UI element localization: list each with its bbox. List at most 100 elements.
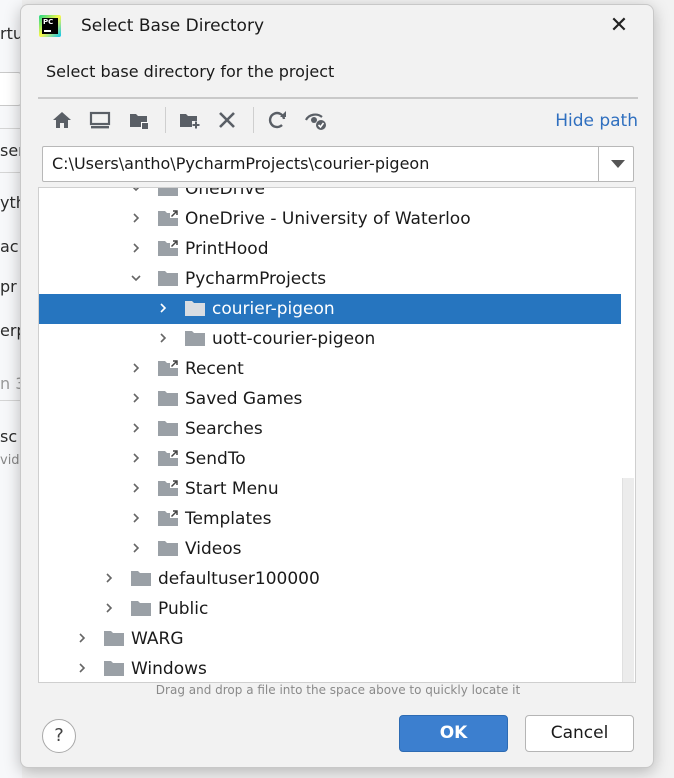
tree-row[interactable]: Saved Games [39, 384, 621, 414]
tree-row[interactable]: SendTo [39, 444, 621, 474]
folder-icon [104, 631, 124, 646]
tree-row[interactable]: PrintHood [39, 234, 621, 264]
select-base-directory-dialog: PC Select Base Directory ✕ Select base d… [20, 4, 654, 768]
background-text: pr [0, 277, 17, 296]
tree-row-label: Searches [185, 419, 263, 439]
chevron-right-icon[interactable] [131, 393, 141, 403]
show-hidden-files-icon[interactable] [304, 108, 328, 132]
close-icon[interactable]: ✕ [607, 14, 631, 38]
desktop-icon[interactable] [88, 108, 112, 132]
folder-icon [158, 391, 178, 406]
folder-link-icon [158, 209, 179, 226]
tree-scrollbar[interactable] [621, 188, 635, 682]
toolbar-separator [165, 107, 166, 133]
chevron-right-icon[interactable] [131, 213, 141, 223]
background-divider [0, 128, 22, 129]
tree-row[interactable]: Templates [39, 504, 621, 534]
folder-icon [185, 331, 205, 346]
tree-row-label: PrintHood [185, 239, 269, 259]
folder-icon [158, 188, 178, 196]
folder-link-icon [158, 509, 179, 526]
folder-icon [158, 421, 178, 436]
drag-drop-hint: Drag and drop a file into the space abov… [155, 683, 521, 697]
tree-row-label: Windows [131, 659, 207, 679]
tree-row[interactable]: Videos [39, 534, 621, 564]
tree-row-label: uott-courier-pigeon [212, 329, 376, 349]
tree-row-label: WARG [131, 629, 184, 649]
chevron-right-icon[interactable] [77, 663, 87, 673]
cancel-button[interactable]: Cancel [525, 715, 634, 752]
title-bar[interactable]: PC Select Base Directory ✕ [21, 5, 653, 49]
path-divider [598, 147, 599, 181]
home-icon[interactable] [50, 108, 74, 132]
folder-link-icon [158, 479, 179, 496]
chevron-right-icon[interactable] [104, 603, 114, 613]
tree-row-label: Start Menu [185, 479, 279, 499]
tree-row[interactable]: uott-courier-pigeon [39, 324, 621, 354]
tree-row-label: Recent [185, 359, 244, 379]
hide-path-link[interactable]: Hide path [555, 111, 638, 131]
background-text: sc [0, 427, 18, 446]
tree-row-label: OneDrive - University of Waterloo [185, 209, 471, 229]
dialog-title: Select Base Directory [81, 16, 264, 36]
chevron-right-icon[interactable] [158, 303, 168, 313]
folder-link-icon [158, 359, 179, 376]
tree-row-label: courier-pigeon [212, 299, 335, 319]
chevron-right-icon[interactable] [131, 453, 141, 463]
dialog-subtitle: Select base directory for the project [46, 62, 335, 81]
tree-row[interactable]: Windows [39, 654, 621, 682]
path-combobox[interactable]: C:\Users\antho\PycharmProjects\courier-p… [42, 146, 634, 182]
file-chooser-toolbar: Hide path [38, 103, 638, 137]
tree-row-label: OneDrive [185, 187, 265, 199]
folder-icon [158, 271, 178, 286]
chevron-down-icon[interactable] [131, 187, 141, 193]
tree-row-label: Saved Games [185, 389, 303, 409]
tree-row-label: Videos [185, 539, 242, 559]
folder-link-icon [158, 449, 179, 466]
tree-row-label: Templates [185, 509, 272, 529]
directory-tree[interactable]: OneDrive OneDrive - University of Waterl… [38, 187, 636, 683]
chevron-right-icon[interactable] [104, 573, 114, 583]
chevron-right-icon[interactable] [131, 543, 141, 553]
tree-row[interactable]: Start Menu [39, 474, 621, 504]
tree-row-label: PycharmProjects [185, 269, 327, 289]
background-divider [0, 172, 22, 173]
tree-row[interactable]: WARG [39, 624, 621, 654]
project-folder-icon[interactable] [127, 108, 151, 132]
tree-row[interactable]: PycharmProjects [39, 264, 621, 294]
tree-row[interactable]: courier-pigeon [39, 294, 621, 324]
delete-icon[interactable] [215, 108, 239, 132]
folder-icon [104, 661, 124, 676]
chevron-right-icon[interactable] [131, 513, 141, 523]
tree-row[interactable]: defaultuser100000 [39, 564, 621, 594]
new-folder-icon[interactable] [177, 108, 201, 132]
tree-row-label: SendTo [185, 449, 246, 469]
chevron-right-icon[interactable] [158, 333, 168, 343]
chevron-down-icon[interactable] [611, 160, 625, 168]
chevron-right-icon[interactable] [131, 243, 141, 253]
folder-icon [131, 571, 151, 586]
help-button[interactable]: ? [42, 719, 76, 753]
tree-row[interactable]: Recent [39, 354, 621, 384]
ok-button[interactable]: OK [399, 715, 508, 752]
folder-icon [131, 601, 151, 616]
scrollbar-thumb[interactable] [622, 478, 634, 682]
tree-row-label: defaultuser100000 [158, 569, 320, 589]
refresh-icon[interactable] [265, 108, 289, 132]
background-run-button[interactable] [0, 72, 22, 106]
toolbar-separator [253, 107, 254, 133]
tree-row-label: Public [158, 599, 209, 619]
folder-icon [158, 541, 178, 556]
path-input[interactable]: C:\Users\antho\PycharmProjects\courier-p… [52, 154, 429, 173]
tree-row-partial[interactable]: OneDrive [39, 187, 621, 204]
chevron-right-icon[interactable] [131, 483, 141, 493]
chevron-down-icon[interactable] [131, 273, 141, 283]
chevron-right-icon[interactable] [131, 423, 141, 433]
chevron-right-icon[interactable] [77, 633, 87, 643]
chevron-right-icon[interactable] [131, 363, 141, 373]
folder-link-icon [158, 239, 179, 256]
tree-row[interactable]: Public [39, 594, 621, 624]
tree-row[interactable]: Searches [39, 414, 621, 444]
tree-row[interactable]: OneDrive - University of Waterloo [39, 204, 621, 234]
background-divider [0, 400, 22, 401]
